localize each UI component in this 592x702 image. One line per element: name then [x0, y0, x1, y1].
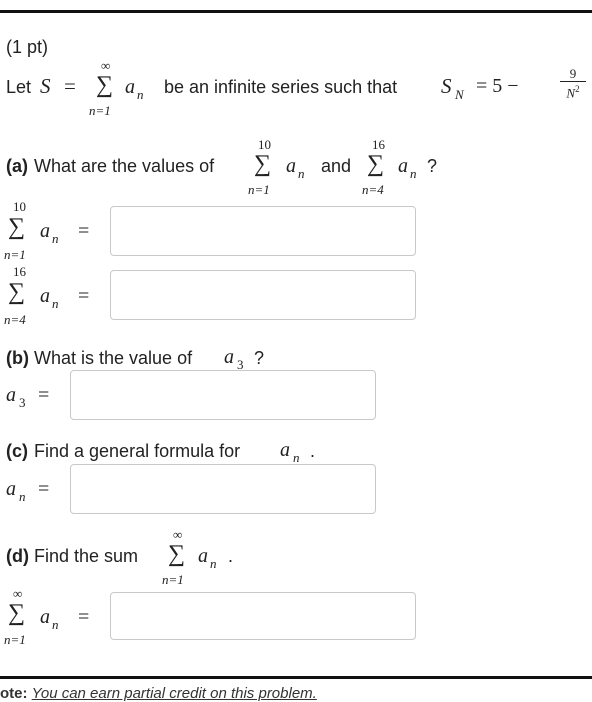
answer1-sum-sigma: ∑ [8, 214, 26, 240]
note-text: You can earn partial credit on this prob… [31, 685, 317, 702]
answer1-subscript: n [52, 231, 59, 246]
answer-d-subscript: n [52, 617, 59, 632]
fraction-denominator: N2 [566, 84, 580, 101]
term-a: a [125, 76, 135, 98]
part-a-sum1-sigma: ∑ [254, 151, 272, 177]
part-b-text: What is the value of [34, 348, 193, 368]
answer-d-term: a [40, 606, 50, 628]
part-a-and: and [321, 156, 352, 176]
answer-d-sum-upper: ∞ [13, 586, 23, 601]
part-c-answer-term: a [6, 478, 16, 500]
part-c-term: a [280, 439, 290, 461]
answer1-sum-lower: n=1 [4, 247, 26, 262]
partial-sum-formula: = 5 − [476, 75, 519, 97]
part-b-term: a [224, 346, 234, 368]
part-d-label: (d) [6, 546, 29, 566]
partial-sum-subscript: N [455, 87, 464, 102]
summation-sigma: ∑ [96, 72, 114, 98]
part-c-equals: = [38, 478, 50, 500]
series-symbol-S: S [40, 74, 51, 98]
term-subscript: n [137, 87, 144, 102]
answer2-sum-upper: 16 [13, 264, 26, 279]
part-c-text: Find a general formula for [34, 441, 241, 461]
part-d-text: Find the sum [34, 546, 139, 566]
fraction-numerator: 9 [569, 66, 577, 81]
partial-sum-S: S [441, 74, 452, 98]
part-b-equals: = [38, 384, 50, 406]
fraction: 9 N2 [560, 67, 586, 99]
part-b-answer-term: a [6, 384, 16, 406]
part-d-sum-upper: ∞ [173, 527, 183, 542]
answer-d-sum-lower: n=1 [4, 632, 26, 647]
part-a-sum2-sigma: ∑ [367, 151, 385, 177]
answer2-subscript: n [52, 296, 59, 311]
statement-text: be an infinite series such that [164, 77, 398, 97]
fraction-bar [560, 81, 586, 82]
part-a-question-mark: ? [427, 156, 438, 176]
part-a-sum2-term: a [398, 155, 408, 177]
part-d-sum-sigma: ∑ [168, 541, 186, 567]
answer1-term: a [40, 220, 50, 242]
top-divider [0, 10, 592, 13]
part-a-sum2-upper: 16 [372, 137, 385, 152]
part-a-sum1-subscript: n [298, 166, 305, 181]
part-c-label: (c) [6, 441, 28, 461]
answer2-sum-lower: n=4 [4, 312, 26, 327]
equals-sign: = [64, 74, 76, 98]
part-b-question-mark: ? [254, 348, 265, 368]
part-a-sum2-lower: n=4 [362, 182, 384, 197]
part-c-period: . [310, 441, 316, 461]
answer2-sum-sigma: ∑ [8, 279, 26, 305]
sum-lower-limit: n=1 [89, 103, 111, 118]
points-label: (1 pt) [6, 37, 49, 57]
part-a-label: (a) [6, 156, 28, 176]
part-a-sum1-upper: 10 [258, 137, 271, 152]
partial-credit-note: ote: You can earn partial credit on this… [0, 685, 317, 702]
part-c-answer-input[interactable] [70, 464, 376, 514]
part-a-text: What are the values of [34, 156, 215, 176]
part-d-sum-lower: n=1 [162, 572, 184, 587]
part-d-period: . [228, 546, 234, 566]
answer2-term: a [40, 285, 50, 307]
note-label: ote: [0, 685, 28, 702]
part-b-answer-subscript: 3 [19, 395, 26, 410]
let-text: Let [6, 77, 32, 97]
answer-d-equals: = [78, 606, 90, 628]
part-b-label: (b) [6, 348, 29, 368]
part-c-answer-subscript: n [19, 489, 26, 504]
answer1-sum-upper: 10 [13, 199, 26, 214]
part-d-term: a [198, 545, 208, 567]
part-a-sum2-subscript: n [410, 166, 417, 181]
answer2-equals: = [78, 285, 90, 307]
answer1-equals: = [78, 220, 90, 242]
bottom-divider [0, 676, 592, 679]
part-b-answer-input[interactable] [70, 370, 376, 420]
sum-upper-limit: ∞ [101, 58, 111, 73]
part-a-sum1-term: a [286, 155, 296, 177]
part-a-sum2-answer-input[interactable] [110, 270, 416, 320]
part-a-sum1-answer-input[interactable] [110, 206, 416, 256]
answer-d-sum-sigma: ∑ [8, 600, 26, 626]
part-d-answer-input[interactable] [110, 592, 416, 640]
part-d-subscript: n [210, 556, 217, 571]
part-c-subscript: n [293, 450, 300, 465]
part-a-sum1-lower: n=1 [248, 182, 270, 197]
